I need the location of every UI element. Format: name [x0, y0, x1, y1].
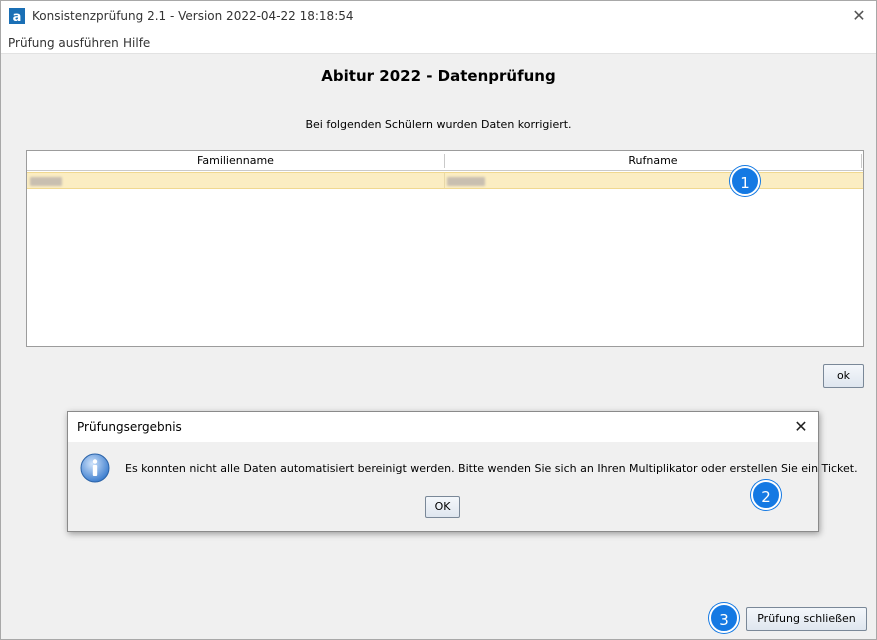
menu-item-pruefung-ausfuehren[interactable]: Prüfung ausführen: [8, 36, 119, 50]
info-icon: [80, 453, 110, 483]
dialog-ok-button[interactable]: OK: [425, 496, 460, 518]
window-close-icon[interactable]: ✕: [848, 5, 870, 27]
redacted-familienname: [30, 177, 62, 186]
main-window: a Konsistenzprüfung 2.1 - Version 2022-0…: [0, 0, 877, 640]
title-bar: a Konsistenzprüfung 2.1 - Version 2022-0…: [1, 1, 876, 32]
annotation-badge-3: 3: [709, 603, 739, 633]
redacted-rufname: [447, 177, 485, 186]
column-separator[interactable]: [861, 154, 862, 168]
svg-text:a: a: [13, 10, 22, 24]
ok-button[interactable]: ok: [823, 364, 864, 388]
dialog-message: Es konnten nicht alle Daten automatisier…: [125, 462, 858, 475]
dialog-close-icon[interactable]: ✕: [790, 416, 812, 438]
result-dialog: Prüfungsergebnis ✕ Es konnten nicht alle…: [67, 411, 858, 532]
page-subtitle: Bei folgenden Schülern wurden Daten korr…: [305, 118, 572, 131]
dialog-title: Prüfungsergebnis: [77, 420, 182, 434]
app-logo-icon: a: [9, 8, 25, 24]
close-check-button[interactable]: Prüfung schließen: [746, 607, 867, 631]
menu-bar: Prüfung ausführen Hilfe: [1, 32, 876, 54]
column-header-familienname[interactable]: Familienname: [27, 151, 444, 171]
column-header-rufname[interactable]: Rufname: [445, 151, 861, 171]
annotation-badge-1: 1: [730, 166, 760, 196]
window-title: Konsistenzprüfung 2.1 - Version 2022-04-…: [32, 9, 354, 23]
page-title: Abitur 2022 - Datenprüfung: [321, 67, 556, 85]
menu-item-hilfe[interactable]: Hilfe: [123, 36, 150, 50]
cell-separator: [444, 173, 445, 188]
dialog-title-bar: Prüfungsergebnis ✕: [68, 412, 818, 442]
annotation-badge-2: 2: [751, 480, 781, 510]
